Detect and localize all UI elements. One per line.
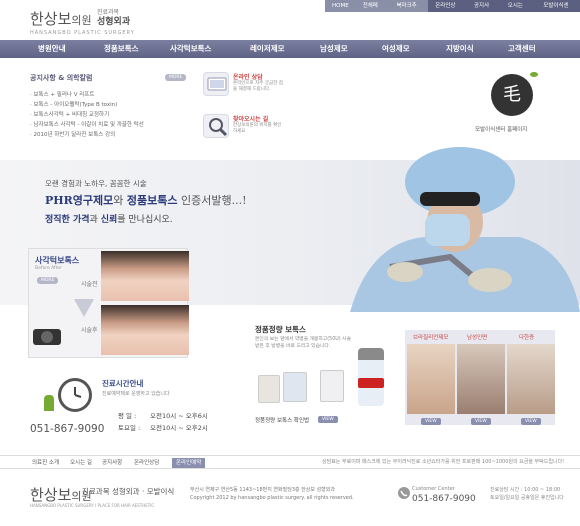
list-item[interactable]: 2010년 하반기 달라진 보톡스 강의	[30, 130, 144, 140]
directions-desc: 한상보의원의 위치를 확인하세요	[233, 123, 282, 134]
list-item[interactable]: 보톡스 - 아이오펠락(Type B toxin)	[30, 100, 144, 110]
doctor-image	[350, 147, 580, 312]
util-sitemap[interactable]: 전체메뉴	[355, 0, 390, 21]
hero-line2: PHR영구제모와 정품보톡스 인증서발행...!	[45, 194, 247, 207]
footer-link-reserve[interactable]: 온라인예약	[172, 458, 206, 468]
utility-bar: HOME 전체메뉴 북마크추가 온라인상담 공지사항 오시는 길 모발이식센터	[325, 0, 580, 21]
footer-notice: 상담료는 무료이며 메스크에 있는 부이러닉진료 소년쇼터가를 위한 프로판매 …	[322, 459, 565, 465]
hero-line1: 오랜 경험과 노하우, 꼼꼼한 시술	[45, 179, 147, 188]
product-box-icon	[258, 375, 280, 403]
nav-botox[interactable]: 정품보톡스	[104, 40, 139, 58]
after-photo	[101, 305, 189, 355]
leaf-icon	[530, 72, 538, 77]
online-consult-box[interactable]: 온라인 상담 온라인으로 자주 궁금한 점을 해결해 드립니다.	[203, 72, 283, 102]
nav-fat[interactable]: 지방이식	[446, 40, 474, 58]
product-box-icon	[283, 372, 307, 402]
consult-desc: 온라인으로 자주 궁금한 점을 해결해 드립니다.	[233, 81, 283, 92]
ba-subtitle: Before After	[35, 266, 62, 271]
photo-brazilian[interactable]	[407, 344, 455, 414]
footer-en: HANSANGBO PLASTIC SURGERY I PLACE FOR HA…	[30, 503, 155, 508]
util-online-consult[interactable]: 온라인상담	[428, 0, 467, 21]
vial-label	[358, 378, 384, 388]
before-label: 시술전	[81, 281, 98, 288]
before-after-panel: 사각턱보톡스 Before After MORE 시술전 시술후	[28, 248, 189, 358]
consult-title: 온라인 상담	[233, 74, 263, 81]
view-button[interactable]: VIEW	[521, 418, 541, 425]
notice-list: 보톡스 + 필러나 V 리프트 보톡스 - 아이오펠락(Type B toxin…	[30, 90, 144, 140]
view-button[interactable]: VIEW	[471, 418, 491, 425]
notice-more-button[interactable]: MORE	[165, 74, 187, 81]
header: 한상보의원 진료과목 성형외과 HANSANGBO PLASTIC SURGER…	[0, 0, 580, 40]
list-item[interactable]: 보톡스사각턱 + 비대칭 교정하기	[30, 110, 144, 120]
directions-title: 찾아오시는 길	[233, 116, 269, 123]
magnifier-icon	[203, 114, 229, 138]
weekday-label: 평 일 :	[118, 412, 137, 420]
product-desc: 본인의 보는 앞에서 약병을 개봉하고(50U) 시술 받은 후 방병을 바로 …	[255, 337, 352, 349]
camera-icon	[33, 329, 61, 345]
product-check-link[interactable]: 정품정량 보톡스 확인법	[255, 416, 309, 424]
product-view-button[interactable]: VIEW	[318, 416, 338, 423]
notice-title: 공지사항 & 의학칼럼	[30, 74, 93, 82]
footer-link-consult[interactable]: 온라인상담	[134, 456, 159, 470]
util-bookmark[interactable]: 북마크추가	[389, 0, 429, 21]
directions-box[interactable]: 찾아오시는 길 한상보의원의 위치를 확인하세요	[203, 114, 283, 144]
nav-hospital[interactable]: 병원안내	[38, 40, 66, 58]
ba-more-button[interactable]: MORE	[37, 277, 59, 284]
footer-link-directions[interactable]: 오시는 길	[70, 456, 92, 470]
product-title: 정품정량 보톡스	[255, 325, 306, 334]
vial-icon	[358, 348, 384, 406]
clock-icon	[58, 378, 92, 412]
util-home[interactable]: HOME	[325, 0, 356, 12]
saturday-label: 토요일 :	[118, 424, 141, 432]
phone-number: 051-867-9090	[30, 423, 105, 435]
util-hair-center[interactable]: 모발이식센터	[536, 0, 580, 21]
nav-female[interactable]: 여성제모	[382, 40, 410, 58]
photo-male-face[interactable]	[457, 344, 505, 414]
after-label: 시술후	[81, 327, 98, 334]
list-item[interactable]: 남자보톡스 사각턱 - 이갈이 치료 및 까끌한 턱선	[30, 120, 144, 130]
photo-label-male-face: 남성인면	[467, 335, 488, 341]
photo-label-brazilian: 브라질리언제모	[413, 335, 449, 341]
footer-hours: 진료상담 시간 : 10:00 ~ 18:00 토요일/일요일 공휴일은 휴진입…	[490, 487, 564, 501]
hero-line3: 정직한 가격과 신뢰를 만나십시오.	[45, 215, 173, 225]
customer-center-label: Customer Center	[412, 486, 455, 492]
weekday-hours: 오전10시 ~ 오후6시	[150, 412, 208, 420]
consult-icon	[203, 72, 229, 96]
hair-center-badge[interactable]: 毛	[491, 74, 533, 116]
logo-text: 한상보	[30, 10, 72, 28]
product-box-icon	[320, 370, 344, 402]
util-directions[interactable]: 오시는 길	[500, 0, 537, 21]
ba-title: 사각턱보톡스	[35, 256, 80, 265]
logo[interactable]: 한상보의원 진료과목 성형외과 HANSANGBO PLASTIC SURGER…	[30, 8, 134, 36]
footer-link-notice[interactable]: 공지사항	[102, 456, 122, 470]
photo-label-hyperhidrosis: 다한증	[519, 335, 535, 341]
nav-customer[interactable]: 고객센터	[508, 40, 536, 58]
util-notice[interactable]: 공지사항	[466, 0, 501, 21]
customer-center-phone: 051-867-9090	[412, 494, 476, 504]
footer-link-doctors[interactable]: 의료진 소개	[32, 456, 59, 470]
nav-square-jaw[interactable]: 사각턱보톡스	[170, 40, 211, 58]
logo-en: HANSANGBO PLASTIC SURGERY	[30, 30, 135, 36]
plant-icon	[44, 395, 54, 411]
nav-laser[interactable]: 레이저제모	[250, 40, 285, 58]
arrow-down-icon	[74, 299, 94, 317]
before-photo	[101, 251, 189, 301]
logo-sub2: 성형외과	[97, 17, 131, 27]
photo-hyperhidrosis[interactable]	[507, 344, 555, 414]
hours-title: 진료시간안내	[102, 379, 144, 388]
phone-icon	[398, 487, 410, 499]
list-item[interactable]: 보톡스 + 필러나 V 리프트	[30, 90, 144, 100]
nav-male[interactable]: 남성제모	[320, 40, 348, 58]
view-button[interactable]: VIEW	[421, 418, 441, 425]
logo-suffix: 의원	[71, 14, 92, 27]
footer-address: 부산시 연제구 연산5동 1143~18번지 연화빌딩3층 한상보 성형외과 C…	[190, 487, 354, 501]
treatment-photos: 브라질리언제모 남성인면 다한증 VIEW VIEW VIEW	[405, 330, 555, 425]
hours-subtitle: 진료예약제로 운영하고 있습니다	[102, 391, 170, 397]
saturday-hours: 오전10시 ~ 오후2시	[150, 424, 208, 432]
main-nav: 병원안내 정품보톡스 사각턱보톡스 레이저제모 남성제모 여성제모 지방이식 고…	[0, 40, 580, 58]
footer-subtitle: 진료과목 성형외과 · 모발이식	[82, 487, 175, 496]
